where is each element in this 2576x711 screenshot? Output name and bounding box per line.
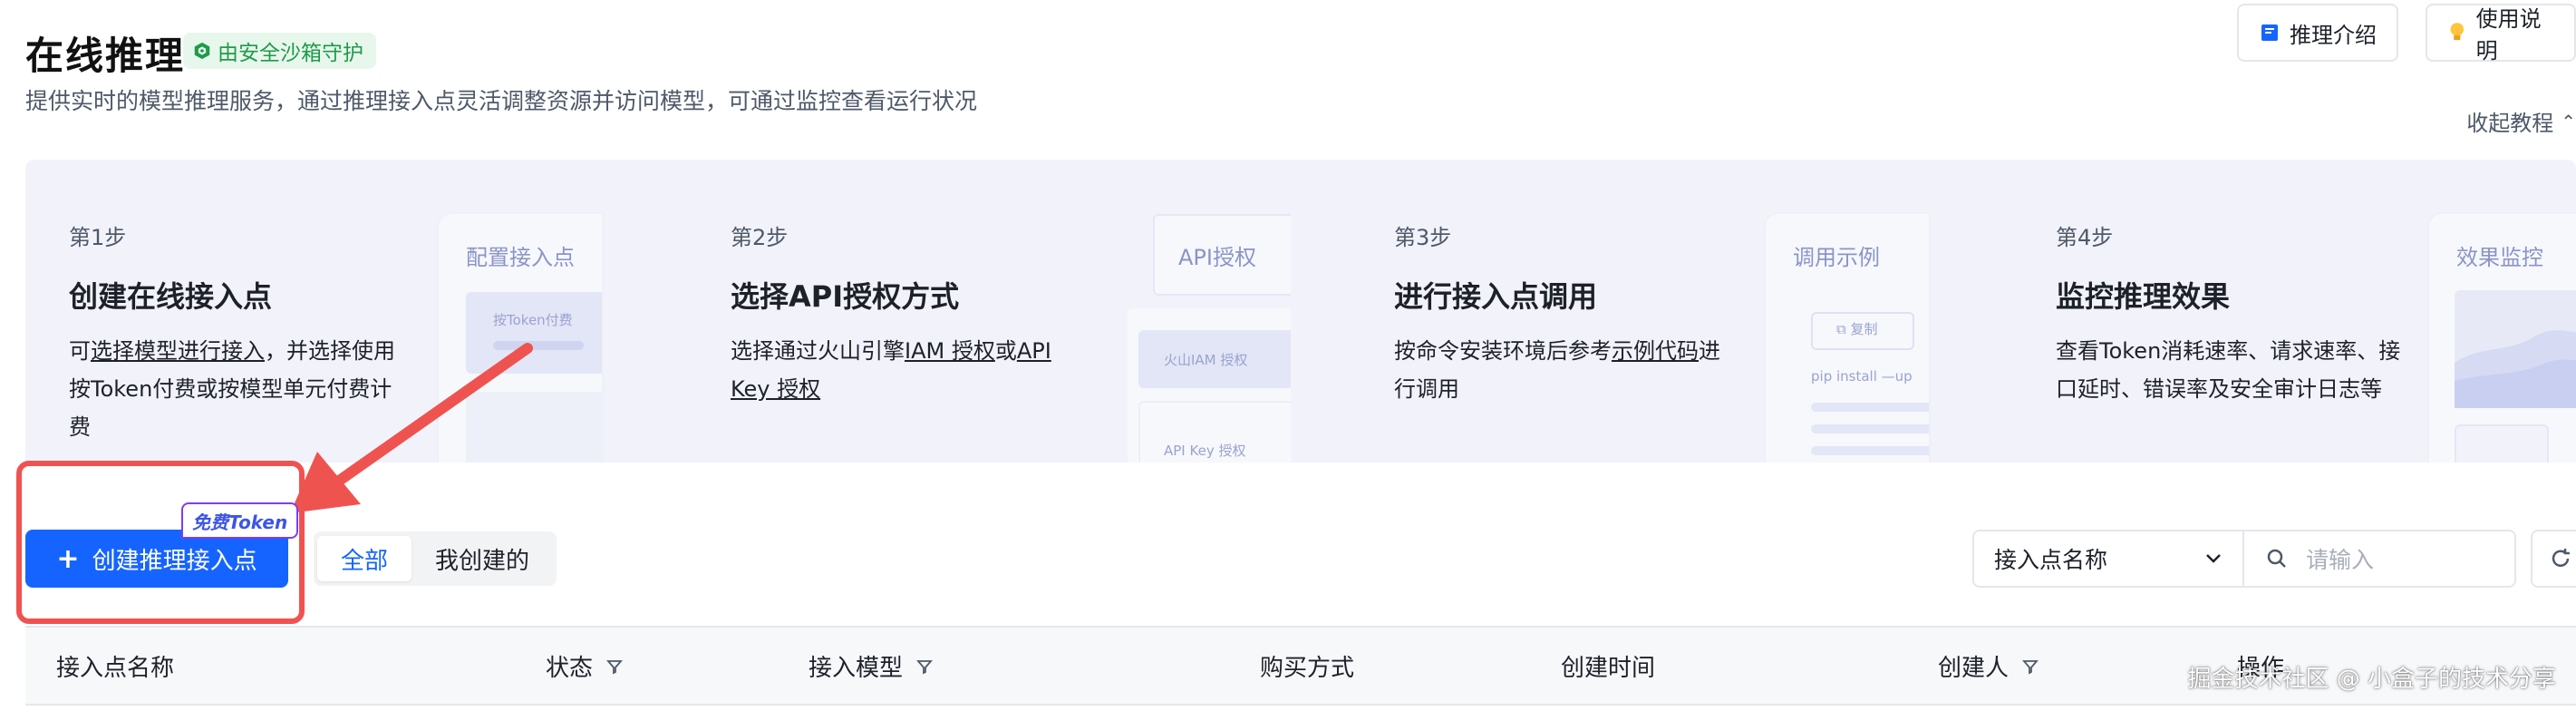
step-title: 监控推理效果 [2056,279,2231,314]
filter-select-value: 接入点名称 [1994,547,2108,573]
step-3: 第3步 进行接入点调用 按命令安装环境后参考示例代码进行调用 [1394,160,1775,463]
plus-icon: + [56,542,80,575]
search-icon [2267,549,2286,568]
page-title: 在线推理 [25,34,186,78]
preview-item: pip install —up [1811,368,1913,385]
area-chart-icon [2455,330,2576,408]
step-number: 第3步 [1394,225,1452,250]
step-2-preview: API授权 火山IAM 授权 API Key 授权 [1128,214,1291,463]
step-number: 第4步 [2056,225,2114,250]
column-header: 接入点名称 [56,649,174,683]
refresh-button[interactable] [2531,530,2576,588]
column-label: 创建人 [1938,655,2009,682]
guide-button[interactable]: 使用说明 [2426,4,2576,63]
lightbulb-icon [2450,23,2464,41]
step-title: 选择API授权方式 [731,279,960,314]
preview-bar [1811,446,1929,455]
select-model-link[interactable]: 选择模型进行接入 [91,338,265,364]
preview-item: ⧉ 复制 [1836,319,1878,338]
preview-item: 火山IAM 授权 [1164,352,1248,368]
preview-bar [1811,403,1929,412]
step-4: 第4步 监控推理效果 查看Token消耗速率、请求速率、接口延时、错误率及安全审… [2056,160,2436,463]
collapse-tutorial-button[interactable]: 收起教程 ⌃ [2466,105,2576,137]
book-icon [2261,24,2278,41]
column-header: 购买方式 [1260,649,1354,683]
column-header: 状态 [546,649,624,683]
column-label: 购买方式 [1260,655,1355,682]
search-input-wrapper[interactable]: 请输入 [2242,530,2516,588]
step-number: 第1步 [69,225,127,250]
step-4-preview: 效果监控 [2429,214,2576,463]
intro-button-label: 推理介绍 [2290,22,2377,48]
preview-bar [1811,424,1929,433]
sandbox-badge-label: 由安全沙箱守护 [218,42,363,65]
tab-mine[interactable]: 我创建的 [412,536,553,581]
refresh-icon [2552,549,2570,567]
filter-icon[interactable] [605,657,624,676]
step-desc-text: 或 [994,338,1017,364]
column-label: 接入点名称 [56,655,175,682]
free-token-badge: 免费Token [181,502,299,539]
step-3-preview: 调用示例 ⧉ 复制 pip install —up [1766,214,1929,463]
preview-chart [2455,290,2576,408]
guide-button-label: 使用说明 [2475,6,2542,63]
step-title: 进行接入点调用 [1394,279,1598,314]
sandbox-badge: 由安全沙箱守护 [183,33,376,69]
column-label: 状态 [546,655,594,682]
chevron-down-icon [2206,554,2221,563]
copy-label: 复制 [1850,321,1878,337]
iam-auth-link[interactable]: IAM 授权 [905,338,995,364]
create-endpoint-label: 创建推理接入点 [92,547,257,575]
step-desc-text: 选择通过火山引擎 [731,338,905,364]
page-subtitle: 提供实时的模型推理服务，通过推理接入点灵活调整资源并访问模型，可通过监控查看运行… [25,88,978,114]
chevron-up-icon: ⌃ [2561,110,2576,132]
step-title: 创建在线接入点 [69,279,273,314]
collapse-tutorial-label: 收起教程 [2466,111,2554,136]
column-label: 创建时间 [1561,655,1656,682]
tab-all[interactable]: 全部 [317,536,412,581]
preview-card [2455,424,2549,463]
filter-icon[interactable] [2021,657,2039,676]
shield-icon [194,42,210,60]
preview-item: 按Token付费 [493,312,573,328]
annotation-arrow [290,343,533,513]
column-header: 创建人 [1938,649,2039,683]
intro-button[interactable]: 推理介绍 [2237,4,2398,62]
preview-item: API Key 授权 [1164,443,1246,459]
filter-icon[interactable] [915,657,934,676]
filter-field-select[interactable]: 接入点名称 [1972,530,2244,588]
sample-code-link[interactable]: 示例代码 [1612,338,1699,364]
preview-label: 效果监控 [2456,245,2543,270]
step-desc-text: 按命令安装环境后参考 [1394,338,1612,364]
preview-label: API授权 [1178,245,1256,270]
column-label: 接入模型 [809,655,904,682]
filter-tabs: 全部 我创建的 [314,531,557,586]
step-desc-text: 可 [69,338,91,364]
search-input[interactable]: 请输入 [2306,542,2374,575]
column-header: 创建时间 [1561,649,1655,683]
step-description: 查看Token消耗速率、请求速率、接口延时、错误率及安全审计日志等 [2056,338,2401,402]
step-2: 第2步 选择API授权方式 选择通过火山引擎IAM 授权或API Key 授权 [731,160,1129,463]
step-description: 选择通过火山引擎IAM 授权或API Key 授权 [731,332,1075,408]
step-number: 第2步 [731,225,789,250]
copy-icon: ⧉ [1836,321,1846,337]
watermark: 掘金技术社区 @ 小盒子的技术分享 [2187,666,2556,693]
preview-label: 调用示例 [1793,245,1880,270]
column-header: 接入模型 [809,649,934,683]
step-description: 按命令安装环境后参考示例代码进行调用 [1394,332,1729,408]
preview-label: 配置接入点 [466,245,575,270]
